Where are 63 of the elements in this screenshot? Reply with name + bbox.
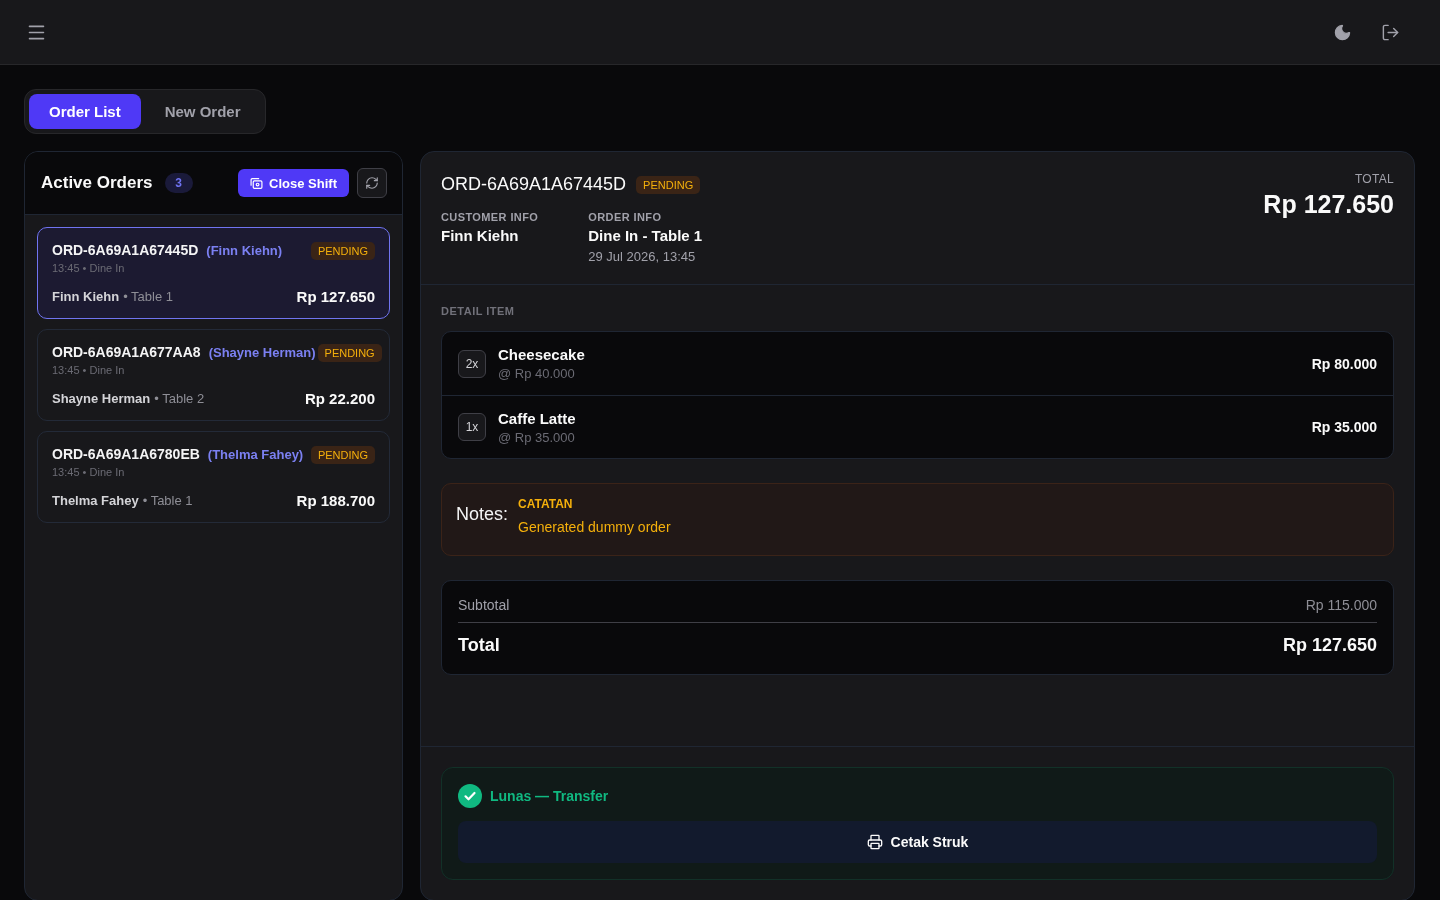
- status-badge: PENDING: [310, 446, 375, 464]
- item-amount: Rp 35.000: [1311, 419, 1377, 435]
- table-label: • Table 1: [123, 289, 174, 304]
- quantity-tag: 1x: [458, 413, 486, 441]
- order-date: 29 Jul 2026, 13:45: [588, 249, 697, 264]
- count-badge: 3: [164, 173, 193, 193]
- info-label: CUSTOMER INFO: [441, 211, 539, 223]
- moon-icon: [1332, 22, 1352, 42]
- quantity-tag: 2x: [458, 349, 486, 378]
- item-amount: Rp 80.000: [1311, 355, 1377, 372]
- check-circle-icon: [458, 784, 482, 808]
- order-card[interactable]: ORD-6A69A1A677AA8 (Shayne Herman) 13:45 • Dine In PENDING Shayne Herman • Table 2 Rp 22.200: [37, 329, 390, 421]
- panel-title: Active Orders: [41, 173, 153, 193]
- refresh-icon: [365, 176, 379, 190]
- order-type: Dine In - Table 1: [588, 227, 703, 244]
- order-id: ORD-6A69A1A67445D: [52, 242, 199, 258]
- total-amount: Rp 127.650: [1263, 190, 1394, 219]
- cash-stack-icon: [250, 176, 264, 190]
- refresh-button[interactable]: [357, 168, 387, 198]
- status-badge: PENDING: [317, 344, 382, 362]
- customer-name: Shayne Herman: [52, 391, 151, 406]
- total-amount: Rp 127.650: [1282, 635, 1377, 656]
- printer-icon: [866, 834, 883, 850]
- item-unit-price: @ Rp 40.000: [498, 366, 576, 381]
- subtotal-label: Subtotal: [458, 597, 510, 613]
- payment-status: Lunas — Transfer: [490, 788, 609, 804]
- order-card[interactable]: ORD-6A69A1A6780EB (Thelma Fahey) 13:45 • Dine In PENDING Thelma Fahey • Table 1 Rp 188.700: [37, 431, 390, 523]
- notes-label: Notes:: [456, 504, 509, 525]
- order-amount: Rp 127.650: [296, 288, 375, 305]
- print-receipt-button[interactable]: Cetak Struk: [458, 821, 1377, 863]
- order-customer: (Thelma Fahey): [207, 447, 304, 462]
- order-meta: 13:45 • Dine In: [52, 262, 126, 274]
- order-meta: 13:45 • Dine In: [52, 364, 126, 376]
- total-label: TOTAL: [1354, 172, 1394, 186]
- table-label: • Table 2: [154, 391, 205, 406]
- tab[interactable]: Order List: [29, 94, 141, 129]
- customer-name: Finn Kiehn: [52, 289, 120, 304]
- table-label: • Table 1: [142, 493, 193, 508]
- order-customer: (Finn Kiehn): [206, 243, 283, 258]
- order-meta: 13:45 • Dine In: [52, 466, 126, 478]
- subtotal-amount: Rp 115.000: [1305, 597, 1377, 613]
- total-label: Total: [458, 635, 500, 656]
- close-shift-button[interactable]: Close Shift: [238, 169, 349, 197]
- status-badge: PENDING: [310, 242, 375, 260]
- order-amount: Rp 22.200: [304, 390, 375, 407]
- order-id: ORD-6A69A1A677AA8: [52, 344, 201, 360]
- tab[interactable]: New Order: [144, 94, 261, 129]
- customer-name: Thelma Fahey: [52, 493, 139, 508]
- status-badge: PENDING: [636, 175, 701, 194]
- order-id: ORD-6A69A1A67445D: [441, 174, 627, 195]
- item-unit-price: @ Rp 35.000: [498, 429, 576, 445]
- customer-name: Finn Kiehn: [441, 227, 520, 244]
- item-name: Caffe Latte: [498, 409, 577, 427]
- order-customer: (Shayne Herman): [208, 345, 316, 360]
- order-id: ORD-6A69A1A6780EB: [52, 446, 200, 462]
- logout-icon: [1380, 22, 1400, 42]
- item-name: Cheesecake: [498, 346, 586, 363]
- order-card[interactable]: ORD-6A69A1A67445D (Finn Kiehn) 13:45 • Dine In PENDING Finn Kiehn • Table 1 Rp 127.650: [37, 227, 390, 319]
- order-amount: Rp 188.700: [296, 492, 375, 509]
- notes-text: Generated dummy order: [518, 519, 671, 535]
- section-label: DETAIL ITEM: [441, 305, 516, 317]
- notes-title: CATATAN: [518, 497, 574, 511]
- info-label: ORDER INFO: [588, 211, 663, 223]
